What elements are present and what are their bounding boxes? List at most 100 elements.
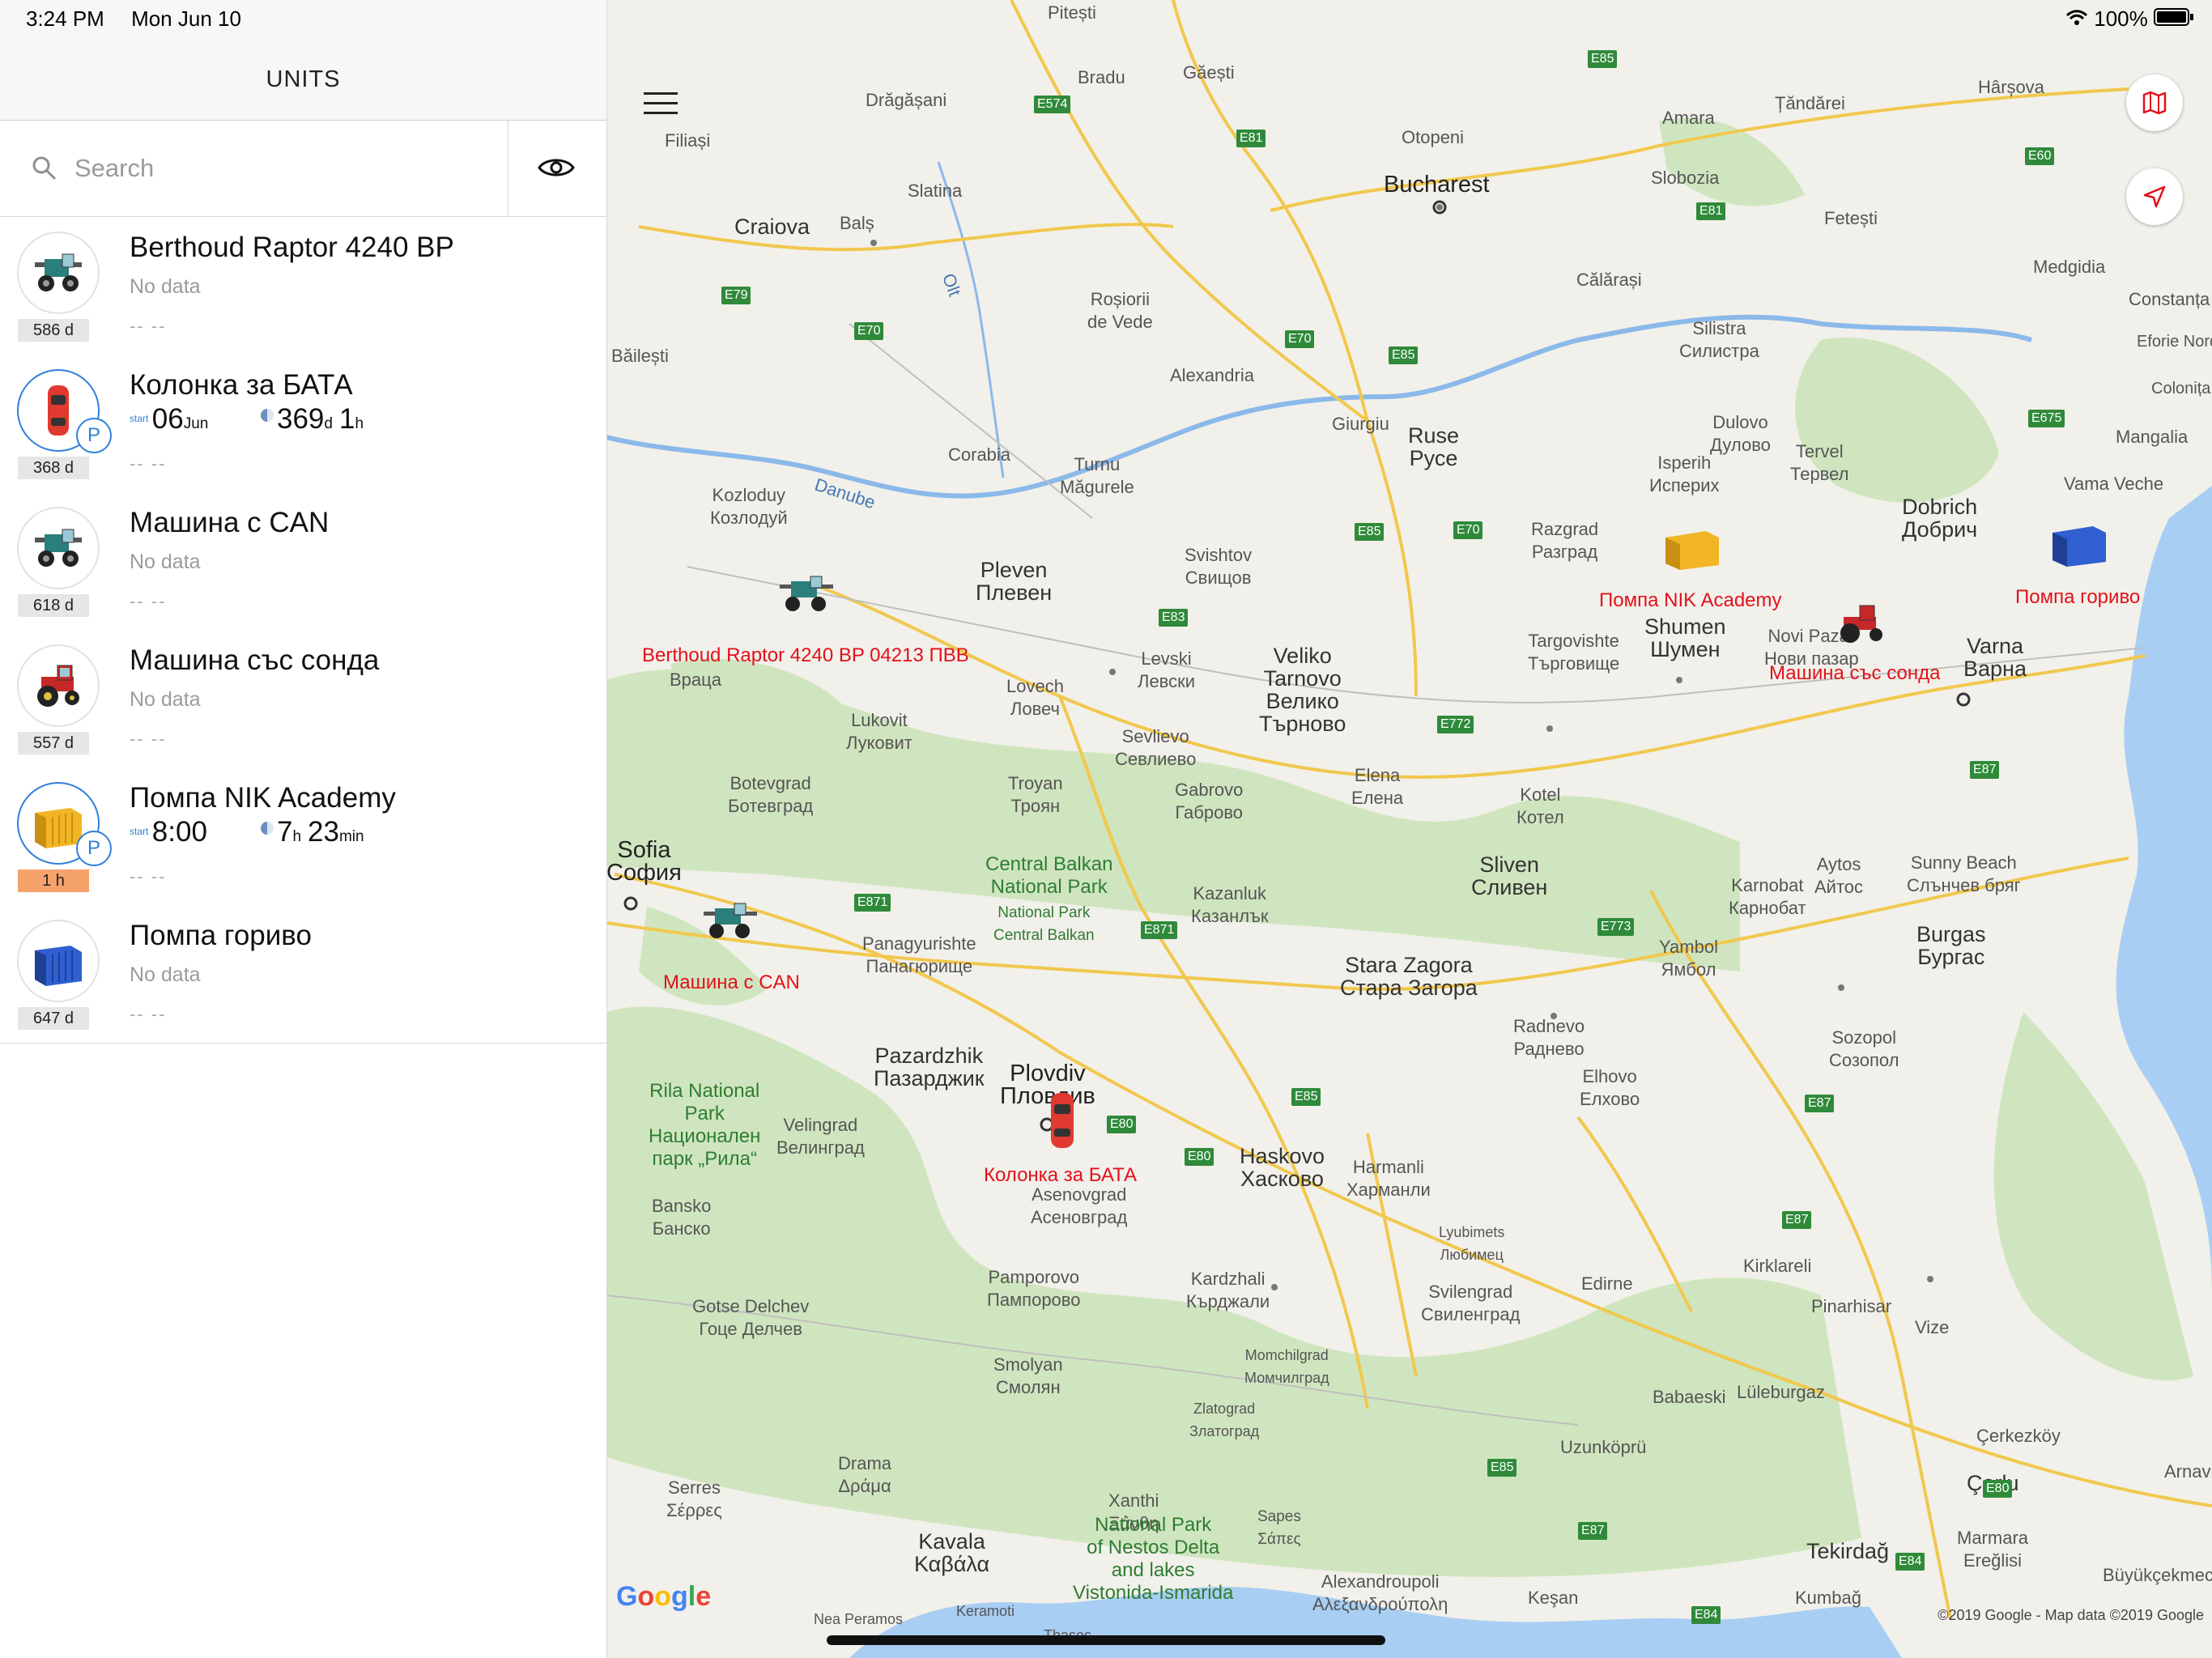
visibility-toggle-button[interactable] [508, 121, 606, 216]
map-label: Dulovo Дулово [1710, 412, 1771, 455]
unit-row-pompa-gorivo[interactable]: 647 d Помпа гориво No data -- -- [0, 905, 606, 1044]
map-label: Silistra Силистра [1679, 318, 1759, 361]
map-label: Plovdiv Пловдив [1000, 1061, 1095, 1109]
map-view[interactable]: Pitești Bradu Găești Drăgășani Filiași S… [606, 0, 2212, 1658]
wifi-icon [2065, 6, 2094, 31]
road-shield: E81 [1236, 130, 1266, 147]
road-shield: E871 [1141, 921, 1178, 939]
eye-icon [538, 159, 575, 176]
map-label: Otopeni [1402, 127, 1465, 147]
age-badge: 586 d [18, 319, 89, 342]
unit-avatar [17, 920, 100, 1002]
map-label: Edirne [1581, 1273, 1633, 1294]
map-label: Amara [1662, 108, 1715, 128]
map-label: Arnavu [2164, 1461, 2212, 1482]
marker-label: Колонка за БАТА [984, 1164, 1137, 1186]
map-label: Alexandroupoli Αλεξανδρούπολη [1312, 1571, 1448, 1614]
map-label: Svishtov Свищов [1185, 545, 1253, 588]
map-label: Mangalia [2116, 427, 2189, 447]
map-label: Babaeski [1653, 1387, 1726, 1407]
duration-minutes: 23 [308, 816, 339, 848]
unit-row-pompa-nik[interactable]: P 1 h Помпа NIK Academy start 8:00 7h 23m… [0, 767, 606, 906]
unit-dashes: -- -- [130, 866, 167, 886]
unit-status: No data [130, 963, 201, 986]
map-label: Tervel Тервел [1790, 441, 1849, 484]
road-shield: E70 [854, 322, 884, 340]
road-shield: E574 [1034, 96, 1071, 113]
map-label: Aytos Айтос [1814, 854, 1864, 897]
map-label: Giurgiu [1332, 414, 1389, 434]
my-location-button[interactable] [2126, 168, 2183, 225]
search-box[interactable] [0, 121, 508, 216]
map-label: Levski Левски [1138, 648, 1196, 691]
map-label: Velingrad Велинград [776, 1115, 865, 1158]
hamburger-menu-icon[interactable] [644, 91, 678, 117]
map-label: Dobrich Добрич [1902, 495, 1978, 542]
age-badge: 1 h [18, 869, 89, 892]
start-month: Jun [183, 415, 209, 432]
map-label: Kotel Котел [1516, 784, 1564, 827]
sprayer-marker-icon[interactable] [778, 573, 835, 614]
map-label: Pamporovo Пампорово [987, 1267, 1081, 1310]
map-layers-button[interactable] [2126, 74, 2183, 131]
map-label: Bucharest [1384, 172, 1490, 198]
unit-row-mashina-can[interactable]: 618 d Машина с CAN No data -- -- [0, 492, 606, 631]
container-blue-marker-icon[interactable] [2049, 518, 2109, 568]
map-label: Lukovit Луковит [846, 710, 912, 753]
road-shield: E70 [1285, 330, 1315, 348]
map-label: Tekirdağ [1806, 1539, 1890, 1563]
status-time: 3:24 PM [26, 6, 104, 31]
duration-hours-unit: h [355, 415, 364, 432]
start-day: 06 [151, 403, 184, 435]
panel-header: 3:24 PM Mon Jun 10 UNITS [0, 0, 606, 121]
road-shield: E80 [1983, 1480, 2013, 1498]
map-label: Momchilgrad Момчилград [1244, 1347, 1329, 1386]
road-shield: E87 [1970, 761, 2000, 779]
map-label: National Park of Nestos Delta and lakes … [1073, 1514, 1234, 1604]
map-label: Medgidia [2033, 257, 2106, 277]
duration-minutes-unit: min [338, 828, 364, 845]
road-shield: E60 [2025, 147, 2055, 165]
home-indicator[interactable] [827, 1635, 1385, 1645]
map-label: Lovech Ловеч [1006, 676, 1064, 719]
battery-icon [2154, 6, 2194, 31]
unit-dashes: -- -- [130, 453, 167, 474]
map-label: Pinarhisar [1811, 1296, 1892, 1316]
start-time: 8:00 [151, 816, 207, 848]
map-label: Lyubimets Любимец [1439, 1224, 1505, 1263]
map-label: Kazanluk Казанлък [1191, 883, 1269, 926]
unit-row-kolonka[interactable]: P 368 d Колонка за БАТА start 06Jun 369d… [0, 355, 606, 493]
unit-row-mashina-sonda[interactable]: 557 d Машина със сонда No data -- -- [0, 630, 606, 768]
search-input[interactable] [73, 150, 481, 187]
map-label: Sapes Σάπες [1257, 1508, 1301, 1548]
road-shield: E85 [1355, 523, 1385, 541]
map-label: Călărași [1576, 270, 1642, 290]
map-label: Smolyan Смолян [993, 1354, 1063, 1397]
sprayer-marker-icon[interactable] [702, 900, 759, 941]
container-yellow-marker-icon[interactable] [1662, 523, 1722, 572]
unit-status: No data [130, 551, 201, 573]
map-label: Sozopol Созопол [1829, 1027, 1899, 1070]
map-label: Gotse Delchev Гоце Делчев [692, 1296, 810, 1339]
duration-icon [261, 822, 274, 835]
map-label: Slatina [908, 181, 963, 201]
start-stat: start 06Jun [130, 403, 208, 444]
map-attribution: ©2019 Google - Map data ©2019 Google [1938, 1607, 2204, 1623]
unit-row-berthoud[interactable]: 586 d Berthoud Raptor 4240 BP No data --… [0, 217, 606, 355]
tractor-marker-icon[interactable] [1834, 602, 1889, 644]
road-shield: E83 [1159, 609, 1189, 627]
map-label: Drama Δράμα [838, 1453, 892, 1496]
road-shield: E87 [1578, 1522, 1608, 1540]
map-label: Harmanli Харманли [1346, 1157, 1431, 1200]
road-shield: E773 [1597, 918, 1635, 936]
duration-hours: 7 [277, 816, 293, 848]
map-label: Lüleburgaz [1737, 1382, 1825, 1402]
unit-status: No data [130, 275, 201, 298]
car-marker-icon[interactable] [1049, 1091, 1076, 1150]
map-label: Pazardzhik Пазарджик [874, 1044, 985, 1090]
map-label: Găești [1183, 62, 1235, 83]
unit-name: Помпа NIK Academy [130, 782, 396, 814]
duration-days-unit: d [324, 415, 333, 432]
search-icon [32, 156, 56, 180]
road-shield: E84 [1691, 1606, 1721, 1624]
